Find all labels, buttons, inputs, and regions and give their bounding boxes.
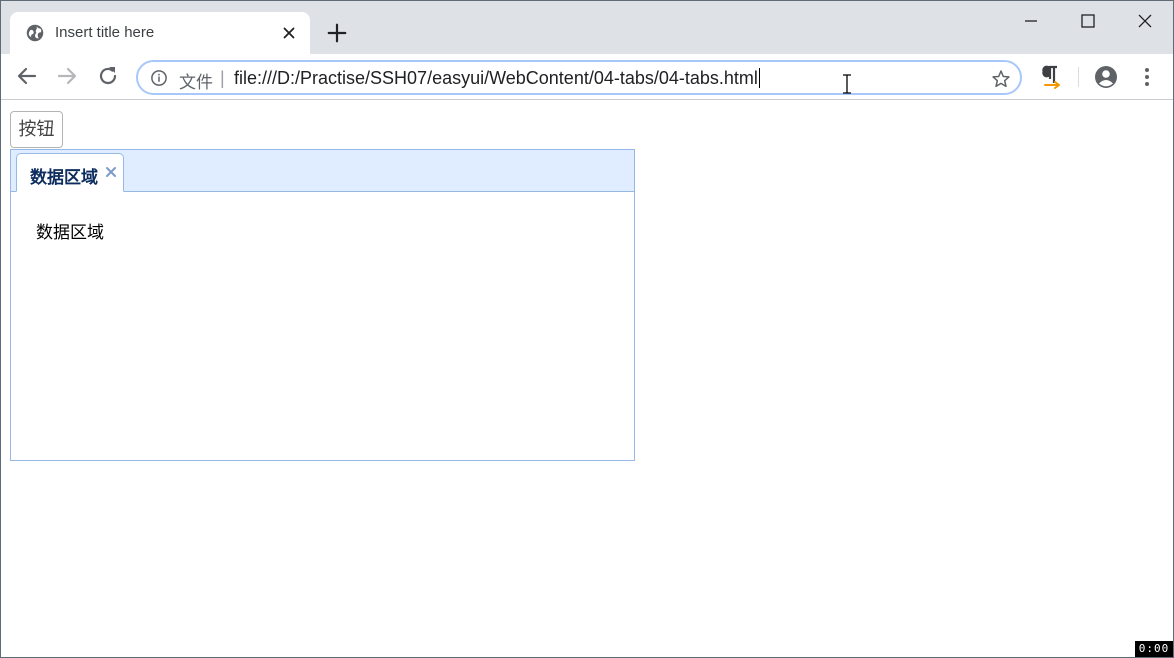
easyui-tabs: 数据区域 数据区域 — [10, 149, 635, 461]
back-icon[interactable] — [15, 64, 39, 88]
tab-title: Insert title here — [55, 24, 155, 41]
close-tab-icon[interactable] — [280, 24, 298, 42]
more-menu-icon[interactable] — [1135, 65, 1159, 89]
pilcrow-extension-icon[interactable] — [1039, 65, 1063, 89]
address-bar[interactable]: 文件 | file:///D:/Practise/SSH07/easyui/We… — [136, 60, 1022, 95]
tabs-header: 数据区域 — [11, 150, 634, 192]
info-icon[interactable] — [150, 69, 168, 87]
tab-strip: Insert title here — [1, 1, 1173, 54]
browser-window: Insert title here 文件 | file:///D:/Practi… — [0, 0, 1174, 658]
recording-timer: 0:00 — [1135, 641, 1173, 657]
scheme-label: 文件 — [179, 73, 213, 93]
profile-avatar-icon[interactable] — [1094, 65, 1118, 89]
tab-data-area[interactable]: 数据区域 — [16, 153, 124, 192]
forward-icon[interactable] — [55, 64, 79, 88]
tab-close-icon[interactable] — [105, 166, 117, 178]
reload-icon[interactable] — [96, 64, 120, 88]
text-cursor-icon — [843, 74, 851, 94]
tab-content-text: 数据区域 — [36, 223, 104, 243]
close-window-icon[interactable] — [1133, 9, 1157, 33]
maximize-icon[interactable] — [1076, 9, 1100, 33]
new-tab-icon[interactable] — [326, 22, 348, 44]
url-value: file:///D:/Practise/SSH07/easyui/WebCont… — [234, 68, 758, 88]
scheme-separator: | — [220, 68, 225, 88]
page-button[interactable]: 按钮 — [10, 111, 63, 148]
globe-icon — [26, 24, 44, 42]
tab-title-data-area: 数据区域 — [30, 168, 98, 188]
browser-tab-active[interactable]: Insert title here — [10, 12, 310, 54]
bookmark-star-icon[interactable] — [991, 69, 1011, 89]
browser-toolbar: 文件 | file:///D:/Practise/SSH07/easyui/We… — [1, 54, 1173, 100]
minimize-icon[interactable] — [1019, 9, 1043, 33]
text-caret — [758, 68, 760, 88]
toolbar-divider — [1078, 67, 1079, 87]
url-text[interactable]: file:///D:/Practise/SSH07/easyui/WebCont… — [234, 68, 760, 89]
